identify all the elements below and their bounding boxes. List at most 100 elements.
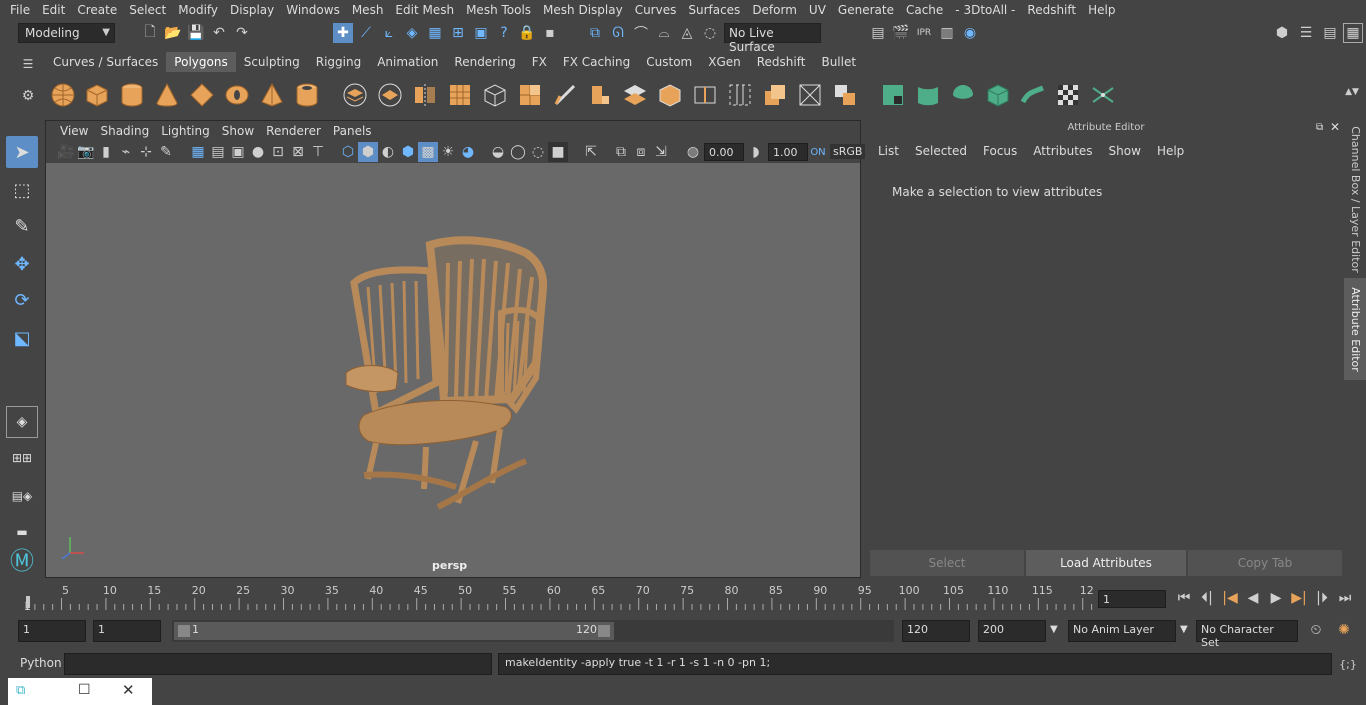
planar-uv-icon[interactable]: [878, 80, 908, 110]
shelf-tab-redshift[interactable]: Redshift: [749, 52, 814, 72]
playback-start-field[interactable]: 1: [93, 620, 161, 642]
snap-to-point-icon[interactable]: ⊞: [448, 23, 468, 43]
menu-edit-mesh[interactable]: Edit Mesh: [389, 3, 460, 17]
go-to-start-icon[interactable]: ⏮: [1174, 588, 1194, 608]
fill-hole-icon[interactable]: [655, 80, 685, 110]
command-input[interactable]: [64, 653, 492, 675]
menu-mesh-tools[interactable]: Mesh Tools: [460, 3, 537, 17]
side-by-side-layout-icon[interactable]: ▤◈: [6, 480, 38, 512]
snap-to-view-icon[interactable]: ▣: [471, 23, 491, 43]
maximize-icon[interactable]: ☐: [78, 682, 91, 698]
color-management-icon[interactable]: ON: [808, 142, 828, 162]
shelf-tab-sculpting[interactable]: Sculpting: [236, 52, 308, 72]
float-panel-icon[interactable]: ⧉: [1316, 122, 1323, 133]
move-tool-icon[interactable]: ✥: [6, 248, 38, 280]
menu-surfaces[interactable]: Surfaces: [682, 3, 746, 17]
shelf-tab-xgen[interactable]: XGen: [700, 52, 749, 72]
unfold-uv-icon[interactable]: [1018, 80, 1048, 110]
shelf-menu-icon[interactable]: ☰: [18, 54, 38, 74]
depth-of-field-icon[interactable]: ■: [548, 142, 568, 162]
range-start-handle[interactable]: [178, 625, 190, 637]
maya-window-icon[interactable]: ⧉: [16, 683, 25, 698]
channel-box-tab[interactable]: Channel Box / Layer Editor: [1344, 124, 1366, 274]
chevron-down-icon[interactable]: ▼: [1050, 624, 1058, 635]
shelf-tab-rigging[interactable]: Rigging: [308, 52, 369, 72]
append-polygon-icon[interactable]: [690, 80, 720, 110]
bookmark-icon[interactable]: ▮: [96, 142, 116, 162]
shelf-tab-polygons[interactable]: Polygons: [166, 52, 236, 72]
xray-icon[interactable]: ⇱: [581, 142, 601, 162]
menu-file[interactable]: File: [4, 3, 36, 17]
ae-menu-attributes[interactable]: Attributes: [1025, 144, 1100, 158]
bridge-icon[interactable]: [620, 80, 650, 110]
shelf-tab-fx-caching[interactable]: FX Caching: [555, 52, 638, 72]
poly-cone-icon[interactable]: [152, 80, 182, 110]
playback-end-field[interactable]: 120: [902, 620, 970, 642]
hypershade-icon[interactable]: ◉: [960, 23, 980, 43]
ae-menu-list[interactable]: List: [870, 144, 907, 158]
poly-torus-icon[interactable]: [222, 80, 252, 110]
close-icon[interactable]: ✕: [1330, 120, 1340, 134]
lasso-icon[interactable]: ᘏ: [608, 23, 628, 43]
time-slider-ruler[interactable]: 5 10 15 20 25 30 35 40 45 50 55 60 65 70 75 80 85 90 95 100…: [0, 580, 1100, 614]
render-frame-icon[interactable]: 🎬: [891, 23, 911, 43]
character-set-field[interactable]: No Character Set: [1196, 620, 1298, 649]
isolate-icon[interactable]: ⊤: [308, 142, 328, 162]
scale-tool-icon[interactable]: ⬕: [6, 322, 38, 354]
snap-to-grid-icon[interactable]: ◈: [402, 23, 422, 43]
rotate-tool-icon[interactable]: ⟳: [6, 284, 38, 316]
shelf-tab-animation[interactable]: Animation: [369, 52, 446, 72]
maya-logo-icon[interactable]: Ⓜ: [6, 542, 38, 575]
play-backwards-icon[interactable]: ◀: [1243, 588, 1263, 608]
extrude-icon[interactable]: [515, 80, 545, 110]
wireframe-on-shaded-icon[interactable]: ⬢: [398, 142, 418, 162]
menu-deform[interactable]: Deform: [746, 3, 803, 17]
snap-to-curve-icon[interactable]: ▦: [425, 23, 445, 43]
attribute-editor-tab[interactable]: Attribute Editor: [1344, 278, 1366, 380]
bevel-icon[interactable]: [585, 80, 615, 110]
grid-icon[interactable]: ⊹: [136, 142, 156, 162]
shadows-icon[interactable]: ◕: [458, 142, 478, 162]
viewport-menu-renderer[interactable]: Renderer: [260, 124, 327, 138]
mirror-icon[interactable]: [410, 80, 440, 110]
menu-select[interactable]: Select: [123, 3, 172, 17]
anti-aliasing-icon[interactable]: ◌: [528, 142, 548, 162]
exposure-field[interactable]: 0.00: [704, 143, 744, 161]
auto-uv-icon[interactable]: [983, 80, 1013, 110]
auto-key-icon[interactable]: ⏲: [1306, 620, 1326, 640]
minimized-window[interactable]: ⧉ ☐ ✕: [8, 678, 152, 705]
step-back-key-icon[interactable]: ⏴|: [1197, 588, 1217, 608]
poly-sphere-icon[interactable]: [48, 80, 78, 110]
image-plane-icon[interactable]: ⌁: [116, 142, 136, 162]
magnet-icon[interactable]: ⌒: [631, 23, 651, 43]
current-time-marker[interactable]: [26, 596, 30, 608]
multi-cut-icon[interactable]: [550, 80, 580, 110]
time-slider[interactable]: 5 10 15 20 25 30 35 40 45 50 55 60 65 70 75 80 85 90 95 100…: [0, 580, 1366, 614]
lock-icon[interactable]: 🔒: [517, 23, 537, 43]
viewport-menu-lighting[interactable]: Lighting: [155, 124, 216, 138]
shelf-tab-bullet[interactable]: Bullet: [813, 52, 864, 72]
menu-generate[interactable]: Generate: [832, 3, 900, 17]
shelf-settings-icon[interactable]: ⚙: [18, 86, 38, 106]
poly-cube-icon[interactable]: [82, 80, 112, 110]
snap-to-surface-icon[interactable]: ?: [494, 23, 514, 43]
menu-redshift[interactable]: Redshift: [1021, 3, 1082, 17]
resolution-gate-icon[interactable]: ▤: [208, 142, 228, 162]
save-scene-icon[interactable]: 💾: [186, 23, 206, 43]
separate-icon[interactable]: [375, 80, 405, 110]
poly-plane-icon[interactable]: [187, 80, 217, 110]
gamma-field[interactable]: 1.00: [768, 143, 808, 161]
combine-icon[interactable]: [340, 80, 370, 110]
current-frame-field[interactable]: 1: [1098, 590, 1166, 608]
menu-mesh-display[interactable]: Mesh Display: [537, 3, 629, 17]
gamma-icon[interactable]: ◗: [746, 142, 766, 162]
snap-surface-icon[interactable]: ◬: [677, 23, 697, 43]
textured-icon[interactable]: ▩: [418, 142, 438, 162]
film-gate-icon[interactable]: ✎: [156, 142, 176, 162]
snap-live-icon[interactable]: ◌: [700, 23, 720, 43]
smooth-shade-icon[interactable]: ⬢: [358, 142, 378, 162]
render-view-icon[interactable]: ▤: [868, 23, 888, 43]
offset-edge-loop-icon[interactable]: [760, 80, 790, 110]
select-by-component-icon[interactable]: ⟀: [379, 23, 399, 43]
ae-menu-focus[interactable]: Focus: [975, 144, 1025, 158]
